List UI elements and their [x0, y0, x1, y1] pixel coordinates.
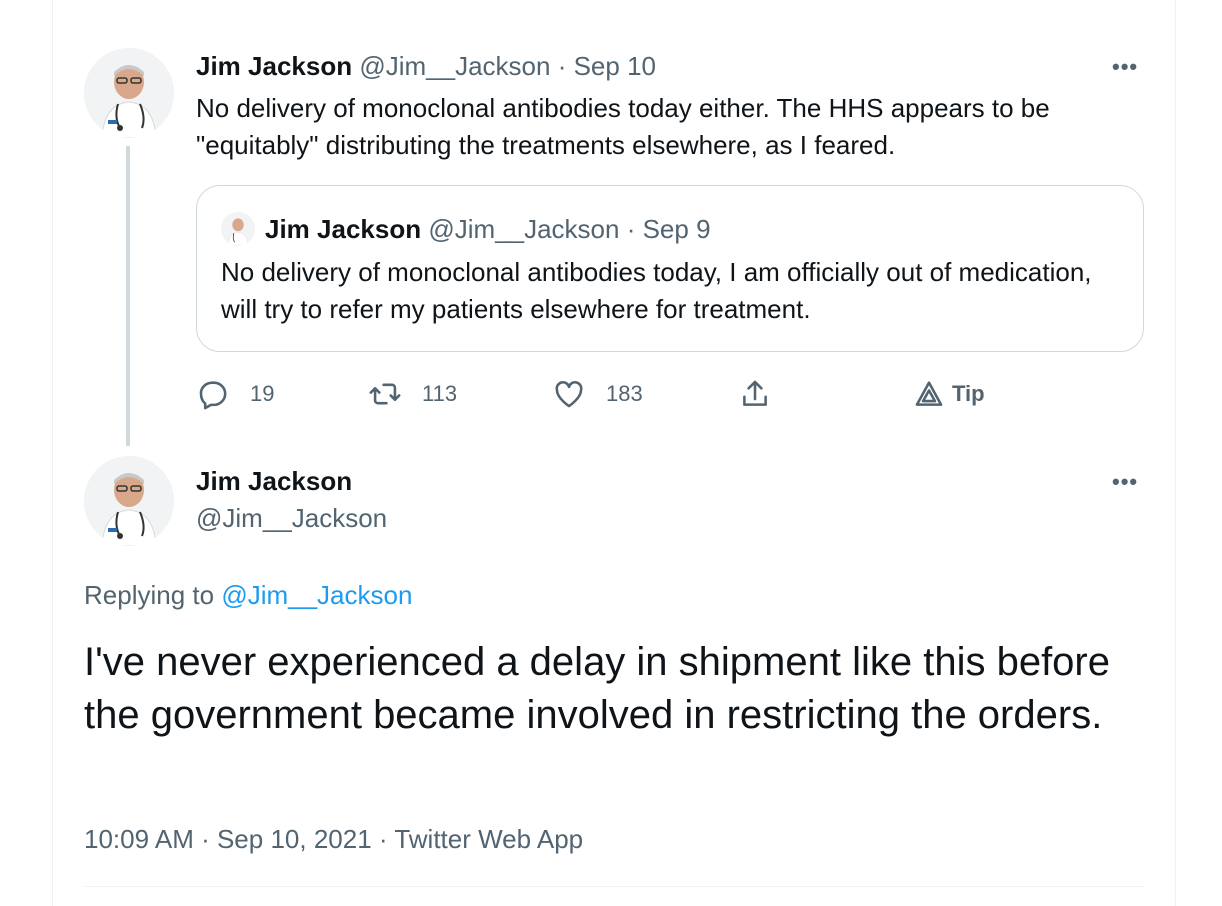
tweet-date[interactable]: Sep 10, 2021 [217, 824, 372, 854]
quoted-tweet-text: No delivery of monoclonal antibodies tod… [221, 257, 1092, 324]
heart-icon [555, 380, 583, 408]
tip-label: Tip [952, 381, 985, 406]
main-tweet-text: I've never experienced a delay in shipme… [84, 640, 1110, 737]
main-tweet-avatar[interactable] [84, 456, 174, 546]
doctor-avatar-icon [221, 212, 255, 246]
doctor-avatar-icon [84, 48, 174, 138]
parent-author-handle[interactable]: @Jim__Jackson [359, 51, 550, 81]
like-count: 183 [606, 381, 643, 406]
main-author-handle[interactable]: @Jim__Jackson [196, 502, 387, 534]
parent-tweet-text: No delivery of monoclonal antibodies tod… [196, 93, 1050, 160]
share-icon [743, 380, 767, 406]
meta-separator: · [371, 824, 395, 854]
main-author-name[interactable]: Jim Jackson [196, 465, 352, 497]
header-separator: · [619, 214, 643, 244]
more-icon[interactable]: ••• [1112, 56, 1138, 78]
tweet-source[interactable]: Twitter Web App [394, 824, 583, 854]
share-button[interactable] [738, 374, 772, 414]
quoted-tweet-header: Jim Jackson @Jim__Jackson · Sep 9 [265, 213, 711, 245]
parent-tweet-date[interactable]: Sep 10 [574, 51, 656, 81]
thread-connector-line [126, 146, 130, 446]
like-button[interactable]: 183 [552, 374, 643, 414]
reply-button[interactable]: 19 [196, 374, 274, 414]
quoted-author-handle: @Jim__Jackson [428, 214, 620, 244]
doctor-avatar-icon [84, 456, 174, 546]
more-icon[interactable]: ••• [1112, 471, 1138, 493]
meta-separator: · [193, 824, 217, 854]
tweet-metadata: 10:09 AM · Sep 10, 2021 · Twitter Web Ap… [84, 823, 583, 855]
quoted-tweet-date: Sep 9 [642, 214, 711, 244]
quoted-tweet-avatar [221, 212, 255, 246]
tip-button[interactable]: Tip [912, 374, 985, 414]
tip-icon [915, 381, 943, 406]
retweet-icon [369, 383, 401, 405]
replying-to-line: Replying to @Jim__Jackson [84, 578, 412, 612]
parent-tweet-avatar[interactable] [84, 48, 174, 138]
reply-count: 19 [250, 381, 275, 406]
header-separator: · [550, 51, 574, 81]
reply-icon [199, 381, 227, 410]
quoted-author-name: Jim Jackson [265, 214, 422, 244]
parent-tweet-action-bar: 19 113 183 Tip [196, 374, 1144, 414]
quoted-tweet-card[interactable]: Jim Jackson @Jim__Jackson · Sep 9 No del… [196, 185, 1144, 352]
retweet-button[interactable]: 113 [368, 374, 457, 414]
retweet-count: 113 [422, 381, 458, 406]
divider [84, 886, 1144, 887]
replying-to-link[interactable]: @Jim__Jackson [221, 580, 412, 610]
parent-tweet-header: Jim Jackson @Jim__Jackson · Sep 10 [196, 50, 656, 82]
replying-prefix: Replying to [84, 580, 222, 610]
parent-author-name[interactable]: Jim Jackson [196, 51, 352, 81]
tweet-time[interactable]: 10:09 AM [84, 824, 194, 854]
